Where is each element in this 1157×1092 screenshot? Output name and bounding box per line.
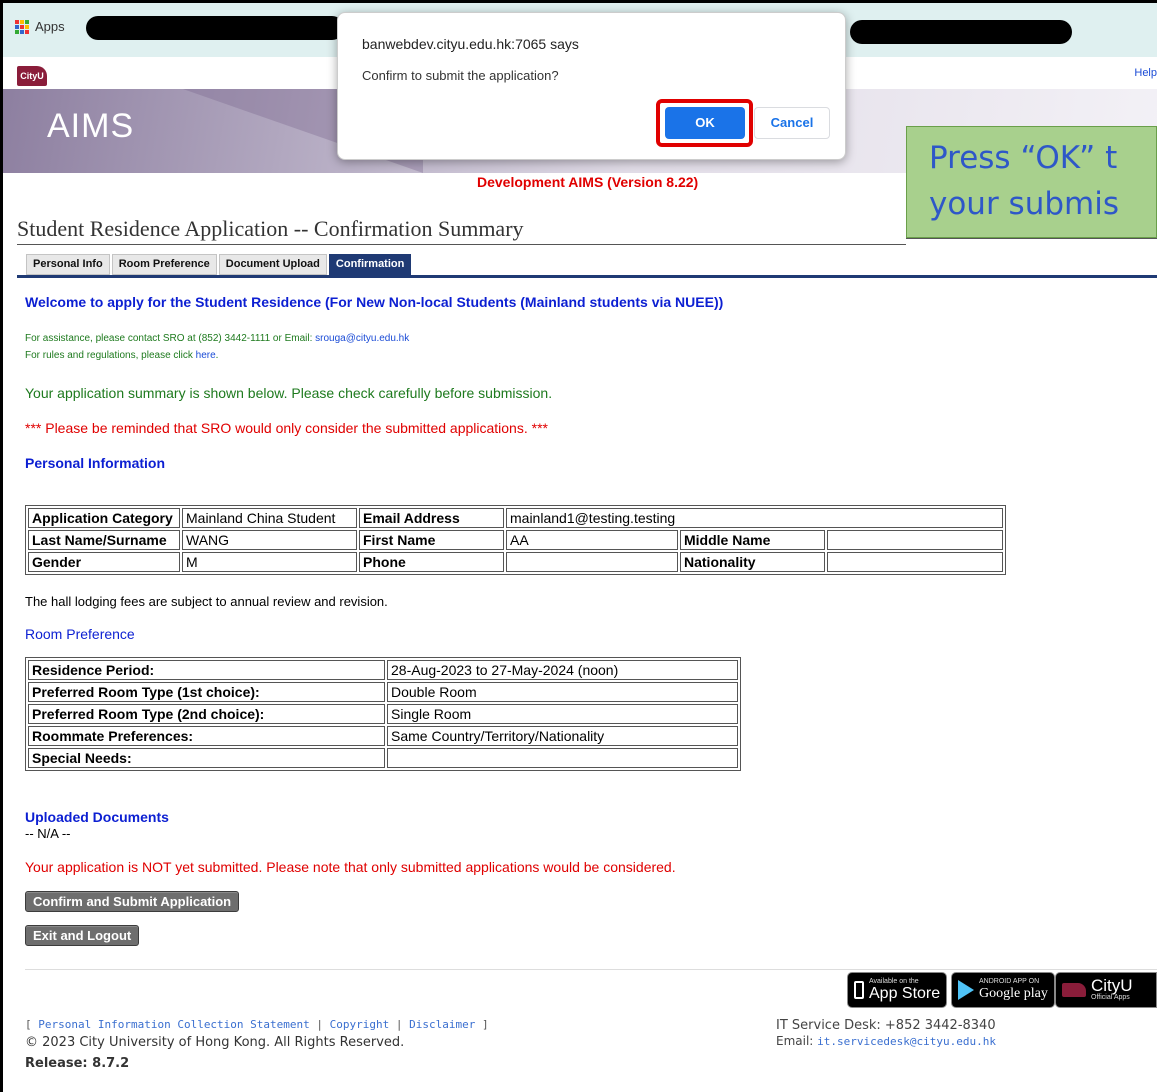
sro-email-link[interactable]: srouga@cityu.edu.hk bbox=[315, 333, 409, 344]
tab-divider bbox=[17, 275, 1157, 278]
table-row: Application Category Mainland China Stud… bbox=[28, 508, 1003, 528]
footer-divider bbox=[25, 969, 1157, 970]
it-service-desk: IT Service Desk: +852 3442-8340 bbox=[776, 1018, 996, 1033]
table-label: First Name bbox=[359, 530, 504, 550]
table-label: Special Needs: bbox=[28, 748, 385, 768]
confirm-dialog: banwebdev.cityu.edu.hk:7065 says Confirm… bbox=[337, 12, 846, 160]
personal-info-table: Application Category Mainland China Stud… bbox=[25, 505, 1006, 575]
table-label: Gender bbox=[28, 552, 180, 572]
copyright-link[interactable]: Copyright bbox=[330, 1018, 390, 1031]
table-label: Preferred Room Type (1st choice): bbox=[28, 682, 385, 702]
fees-note: The hall lodging fees are subject to ann… bbox=[25, 594, 388, 609]
table-value: Single Room bbox=[387, 704, 738, 724]
reminder-note: *** Please be reminded that SRO would on… bbox=[25, 420, 548, 436]
title-divider bbox=[906, 238, 1157, 239]
cityu-apps-badge[interactable]: CityU Official Apps bbox=[1055, 972, 1157, 1008]
tab-room-preference[interactable]: Room Preference bbox=[111, 254, 217, 275]
table-row: Preferred Room Type (2nd choice): Single … bbox=[28, 704, 738, 724]
assistance-text: For assistance, please contact SRO at (8… bbox=[25, 333, 410, 344]
uploaded-documents-value: -- N/A -- bbox=[25, 826, 71, 841]
table-value bbox=[827, 552, 1003, 572]
tab-document-upload[interactable]: Document Upload bbox=[218, 254, 327, 275]
personal-info-heading: Personal Information bbox=[25, 455, 166, 471]
page-title: Student Residence Application -- Confirm… bbox=[17, 216, 524, 241]
copyright-text: © 2023 City University of Hong Kong. All… bbox=[25, 1035, 405, 1050]
table-label: Residence Period: bbox=[28, 660, 385, 680]
table-value: Double Room bbox=[387, 682, 738, 702]
tab-bar: Personal Info Room Preference Document U… bbox=[26, 254, 412, 275]
aims-title: AIMS bbox=[47, 107, 135, 145]
help-link[interactable]: Help bbox=[1134, 67, 1157, 79]
rules-text: For rules and regulations, please click … bbox=[25, 350, 219, 361]
title-divider bbox=[17, 244, 906, 245]
not-submitted-warning: Your application is NOT yet submitted. P… bbox=[25, 859, 676, 875]
rules-link[interactable]: here bbox=[196, 350, 216, 361]
table-label: Last Name/Surname bbox=[28, 530, 180, 550]
dialog-message: Confirm to submit the application? bbox=[362, 68, 559, 83]
welcome-heading: Welcome to apply for the Student Residen… bbox=[25, 294, 724, 310]
room-preference-table: Residence Period: 28-Aug-2023 to 27-May-2… bbox=[25, 657, 741, 771]
tab-confirmation[interactable]: Confirmation bbox=[328, 254, 412, 275]
table-row: Special Needs: bbox=[28, 748, 738, 768]
pics-link[interactable]: Personal Information Collection Statemen… bbox=[38, 1018, 310, 1031]
cityu-logo-icon bbox=[1062, 983, 1086, 997]
table-value bbox=[387, 748, 738, 768]
table-label: Application Category bbox=[28, 508, 180, 528]
table-label: Email Address bbox=[359, 508, 504, 528]
release-version: Release: 8.7.2 bbox=[25, 1056, 130, 1071]
disclaimer-link[interactable]: Disclaimer bbox=[409, 1018, 475, 1031]
it-email-line: Email: it.servicedesk@cityu.edu.hk bbox=[776, 1034, 996, 1048]
table-value: WANG bbox=[182, 530, 357, 550]
apps-shortcut[interactable]: Apps bbox=[15, 19, 65, 34]
table-value: AA bbox=[506, 530, 678, 550]
app-store-badge[interactable]: Available on the App Store bbox=[847, 972, 948, 1008]
tab-personal-info[interactable]: Personal Info bbox=[26, 254, 110, 275]
dialog-title: banwebdev.cityu.edu.hk:7065 says bbox=[362, 36, 579, 52]
play-icon bbox=[958, 980, 974, 1000]
table-row: Gender M Phone Nationality bbox=[28, 552, 1003, 572]
table-value: mainland1@testing.testing bbox=[506, 508, 1003, 528]
it-email-link[interactable]: it.servicedesk@cityu.edu.hk bbox=[817, 1035, 996, 1048]
table-value: M bbox=[182, 552, 357, 572]
table-value: 28-Aug-2023 to 27-May-2024 (noon) bbox=[387, 660, 738, 680]
table-value: Same Country/Territory/Nationality bbox=[387, 726, 738, 746]
summary-note: Your application summary is shown below.… bbox=[25, 385, 553, 401]
table-label: Roommate Preferences: bbox=[28, 726, 385, 746]
table-label: Middle Name bbox=[680, 530, 825, 550]
footer-links: [ Personal Information Collection Statem… bbox=[25, 1018, 489, 1031]
table-label: Nationality bbox=[680, 552, 825, 572]
apps-label: Apps bbox=[35, 19, 65, 34]
table-value bbox=[506, 552, 678, 572]
google-play-badge[interactable]: ANDROID APP ON Google play bbox=[951, 972, 1055, 1008]
redaction-bar bbox=[850, 20, 1072, 44]
table-label: Phone bbox=[359, 552, 504, 572]
table-row: Last Name/Surname WANG First Name AA Mid… bbox=[28, 530, 1003, 550]
table-value bbox=[827, 530, 1003, 550]
instruction-callout: Press “OK” t your submis bbox=[906, 126, 1157, 238]
table-row: Residence Period: 28-Aug-2023 to 27-May-2… bbox=[28, 660, 738, 680]
exit-logout-button[interactable]: Exit and Logout bbox=[25, 925, 140, 946]
table-label: Preferred Room Type (2nd choice): bbox=[28, 704, 385, 724]
table-value: Mainland China Student bbox=[182, 508, 357, 528]
room-preference-heading: Room Preference bbox=[25, 626, 135, 642]
apps-grid-icon bbox=[15, 19, 29, 34]
uploaded-documents-heading: Uploaded Documents bbox=[25, 809, 169, 825]
phone-icon bbox=[854, 981, 864, 999]
ok-highlight-box bbox=[656, 99, 753, 147]
cityu-logo[interactable]: CityU bbox=[17, 66, 47, 86]
redaction-bar bbox=[86, 16, 344, 40]
confirm-submit-button[interactable]: Confirm and Submit Application bbox=[25, 891, 240, 912]
table-row: Roommate Preferences: Same Country/Territ… bbox=[28, 726, 738, 746]
dev-version-label: Development AIMS (Version 8.22) bbox=[477, 174, 699, 190]
dialog-cancel-button[interactable]: Cancel bbox=[754, 107, 830, 139]
table-row: Preferred Room Type (1st choice): Double … bbox=[28, 682, 738, 702]
callout-text: Press “OK” t your submis bbox=[929, 140, 1119, 222]
